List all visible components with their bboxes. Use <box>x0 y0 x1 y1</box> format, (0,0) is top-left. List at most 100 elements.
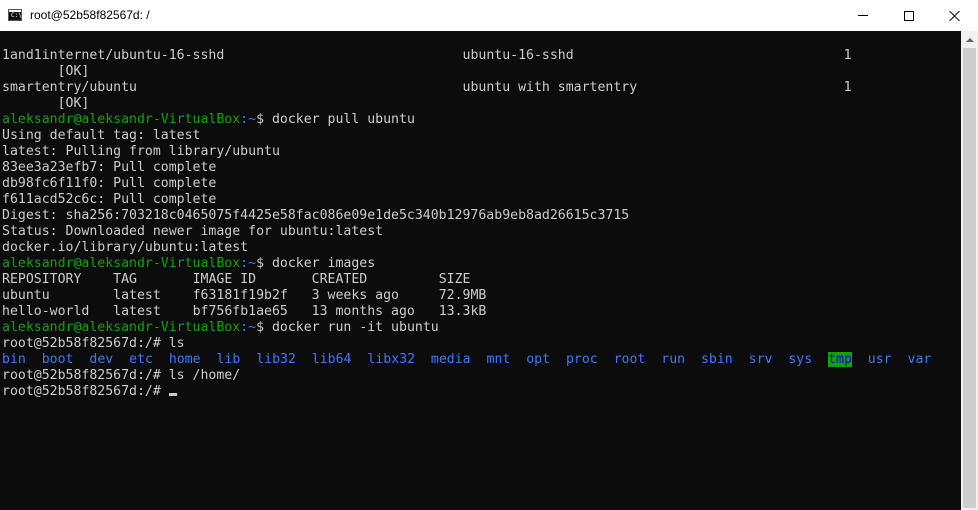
directory-entry: lib32 <box>256 352 296 367</box>
close-icon <box>949 10 961 22</box>
command-text: ls <box>168 336 185 351</box>
vertical-scrollbar[interactable] <box>961 31 978 510</box>
directory-entry: lib64 <box>311 352 352 367</box>
maximize-button[interactable] <box>886 0 932 31</box>
output-text: docker.io/library/ubuntu:latest <box>2 240 249 255</box>
scroll-up-arrow-icon[interactable] <box>961 31 978 48</box>
images-cell: ubuntu <box>2 288 114 303</box>
output-line: 83ee3a23efb7: Pull complete <box>2 160 958 176</box>
app-icon-label: C:\ <box>11 12 22 19</box>
prompt-symbol: $ <box>256 256 272 271</box>
directory-entry: var <box>907 352 932 367</box>
maximize-icon <box>904 10 914 21</box>
terminal-output[interactable]: 1and1internet/ubuntu-16-sshd ubuntu-16-s… <box>2 48 958 510</box>
title-bar[interactable]: C:\ root@52b58f82567d: / <box>0 0 978 31</box>
scrollbar-thumb[interactable] <box>963 48 976 508</box>
images-cell: f63181f19b2f <box>192 288 312 303</box>
directory-entry: libx32 <box>367 352 416 367</box>
output-line: db98fc6f11f0: Pull complete <box>2 176 958 192</box>
window-title: root@52b58f82567d: / <box>30 8 150 22</box>
directory-entry: home <box>168 352 201 367</box>
directory-entry: proc <box>565 352 598 367</box>
output-text: f611acd52c6c: Pull complete <box>2 192 217 207</box>
prompt-line: aleksandr@aleksandr-VirtualBox:~$ docker… <box>2 256 958 272</box>
prompt-line: aleksandr@aleksandr-VirtualBox:~$ docker… <box>2 320 958 336</box>
images-cell: hello-world <box>2 304 114 319</box>
output-text: Digest: sha256:703218c0465075f4425e58fac… <box>2 208 630 223</box>
directory-entry: etc <box>129 352 153 367</box>
search-result-desc: ubuntu with smartentry <box>462 80 844 95</box>
directory-entry: boot <box>41 352 74 367</box>
images-cell: 13 months ago <box>311 304 439 319</box>
output-line: Using default tag: latest <box>2 128 958 144</box>
search-result-desc: ubuntu-16-sshd <box>462 48 844 63</box>
directory-entry: lib <box>216 352 241 367</box>
images-row: ubuntu latest f63181f19b2f 3 weeks ago 7… <box>2 288 958 304</box>
output-text: Using default tag: latest <box>2 128 201 143</box>
images-row: hello-world latest bf756fb1ae65 13 month… <box>2 304 958 320</box>
command-text: docker pull ubuntu <box>271 112 415 127</box>
output-line: docker.io/library/ubuntu:latest <box>2 240 958 256</box>
search-result-row: smartentry/ubuntu ubuntu with smartentry… <box>2 80 958 96</box>
directory-entry: media <box>430 352 471 367</box>
prompt-path: :~ <box>240 320 257 335</box>
images-cell: bf756fb1ae65 <box>192 304 312 319</box>
output-text: Status: Downloaded newer image for ubunt… <box>2 224 384 239</box>
root-prompt-line: root@52b58f82567d:/# ls <box>2 336 958 352</box>
prompt-path: :~ <box>240 256 257 271</box>
output-line: latest: Pulling from library/ubuntu <box>2 144 958 160</box>
prompt-symbol: $ <box>256 112 272 127</box>
text-cursor <box>168 393 177 396</box>
close-button[interactable] <box>932 0 978 31</box>
images-cell: 13.3kB <box>438 304 487 319</box>
root-prompt-line: root@52b58f82567d:/# ls /home/ <box>2 368 958 384</box>
directory-entry: run <box>661 352 686 367</box>
images-header-cell: IMAGE ID <box>192 272 312 287</box>
prompt-line: aleksandr@aleksandr-VirtualBox:~$ docker… <box>2 112 958 128</box>
search-result-stars: 1 <box>843 80 852 95</box>
root-prompt: root@52b58f82567d:/# <box>2 384 169 399</box>
command-text: docker run -it ubuntu <box>271 320 439 335</box>
images-header-cell: TAG <box>113 272 193 287</box>
prompt-path: :~ <box>240 112 257 127</box>
root-prompt-line: root@52b58f82567d:/# <box>2 384 958 400</box>
images-header-cell: REPOSITORY <box>2 272 114 287</box>
output-line: f611acd52c6c: Pull complete <box>2 192 958 208</box>
minimize-button[interactable] <box>840 0 886 31</box>
directory-entry: mnt <box>486 352 511 367</box>
search-result-automated: [OK] <box>2 64 958 80</box>
images-cell: 3 weeks ago <box>311 288 439 303</box>
output-text: 83ee3a23efb7: Pull complete <box>2 160 217 175</box>
root-prompt: root@52b58f82567d:/# <box>2 336 169 351</box>
prompt-user: aleksandr@aleksandr-VirtualBox <box>2 112 241 127</box>
console-app-icon[interactable]: C:\ <box>8 9 22 21</box>
images-header-row: REPOSITORY TAG IMAGE ID CREATED SIZE <box>2 272 958 288</box>
output-line: Digest: sha256:703218c0465075f4425e58fac… <box>2 208 958 224</box>
directory-entry: sys <box>788 352 813 367</box>
images-cell: 72.9MB <box>438 288 487 303</box>
command-text: docker images <box>271 256 376 271</box>
prompt-user: aleksandr@aleksandr-VirtualBox <box>2 256 241 271</box>
images-cell: latest <box>113 304 193 319</box>
prompt-symbol: $ <box>256 320 272 335</box>
search-result-name: 1and1internet/ubuntu-16-sshd <box>2 48 463 63</box>
directory-entry: sbin <box>700 352 733 367</box>
ls-output-line: bin boot dev etc home lib lib32 lib64 li… <box>2 352 958 368</box>
directory-entry: bin <box>2 352 26 367</box>
